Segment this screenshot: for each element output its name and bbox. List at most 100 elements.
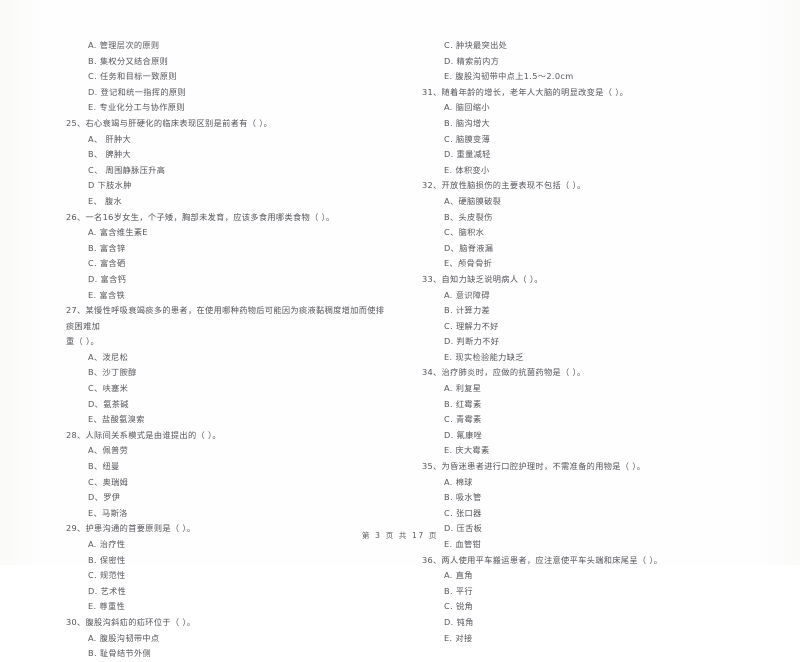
question-block: 31、随着年龄的增长，老年人大脑的明显改变是（ ）。 A. 脑回缩小 B. 脑沟增大… <box>422 85 760 179</box>
option-line: B. 平行 <box>444 585 473 596</box>
question-number: 25、 <box>66 117 86 128</box>
option-line: D. 氟康唑 <box>444 429 483 440</box>
right-orphan-options: C. 肿块最突出处 D. 精索前内方 E. 腹股沟韧带中点上1.5～2.0cm <box>422 38 760 85</box>
question-stem: 33、自知力缺乏说明病人（ ）。 <box>422 272 760 288</box>
question-number: 26、 <box>66 211 86 222</box>
question-stem: 26、一名16岁女生，个子矮，胸部未发育，应该多食用哪类食物（ ）。 <box>66 210 386 226</box>
option-line: B、纽曼 <box>88 461 120 472</box>
option-line: A. 直角 <box>444 570 473 581</box>
option-line: C、奥瑞姆 <box>88 476 129 487</box>
question-stem-text: 随着年龄的增长，老年人大脑的明显改变是（ ）。 <box>441 86 629 97</box>
option-line: D. 钝角 <box>444 616 474 627</box>
option-line: D. 艺术性 <box>88 585 127 596</box>
question-stem: 32、开放性脑损伤的主要表现不包括（ ）。 <box>422 178 760 194</box>
question-number: 33、 <box>422 273 442 284</box>
question-stem: 30、腹股沟斜疝的疝环位于（ ）。 <box>66 615 386 631</box>
option-line: B. 吸水管 <box>444 492 482 503</box>
option-line: E. 庆大霉素 <box>444 445 490 456</box>
question-stem-text: 自知力缺乏说明病人（ ）。 <box>441 273 543 284</box>
option-line: C. 青霉素 <box>444 414 482 425</box>
option-line: E、马斯洛 <box>88 507 128 518</box>
question-number: 31、 <box>422 86 442 97</box>
option-line: C. 任务和目标一致原则 <box>88 71 177 82</box>
question-block: 25、右心衰竭与肝硬化的临床表现区别是前者有（ ）。 A、 肝肿大 B、 脾肿大 C、… <box>66 116 386 210</box>
question-stem-text: 右心衰竭与肝硬化的临床表现区别是前者有（ ）。 <box>85 117 273 128</box>
option-line: A、硬脑膜破裂 <box>444 195 502 206</box>
option-line: C. 规范性 <box>88 570 126 581</box>
option-line: A. 意识障碍 <box>444 289 490 300</box>
option-line: B. 耻骨结节外侧 <box>88 648 152 659</box>
question-stem: 27、某慢性呼吸衰竭痰多的患者，在使用哪种药物后可能因为痰液黏稠度增加而使排痰困… <box>66 303 386 334</box>
question-block: 36、两人使用平车搬运患者，应注意使平车头端和床尾呈（ ）。 A. 直角 B. 平行… <box>422 553 760 647</box>
left-orphan-options: A. 管理层次的原则 B. 集权分又结合原则 C. 任务和目标一致原则 D. 登记和统… <box>66 38 386 116</box>
option-line: E、颅骨骨折 <box>444 258 493 269</box>
option-line: D. 重量减轻 <box>444 149 491 160</box>
option-line: C、呋塞米 <box>88 383 129 394</box>
question-block: 28、人际间关系模式是由谁提出的（ ）。 A、佩普劳 B、纽曼 C、奥瑞姆 D、罗伊 E、… <box>66 428 386 522</box>
question-block: 33、自知力缺乏说明病人（ ）。 A. 意识障碍 B. 计算力差 C. 理解力不好 D.… <box>422 272 760 366</box>
option-line: A、泼尼松 <box>88 351 129 362</box>
question-stem-text: 腹股沟斜疝的疝环位于（ ）。 <box>85 616 196 627</box>
option-line: C、脑积水 <box>444 227 485 238</box>
question-stem: 28、人际间关系模式是由谁提出的（ ）。 <box>66 428 386 444</box>
option-line: D. 富含钙 <box>88 273 127 284</box>
option-line: E. 富含铁 <box>88 289 126 300</box>
question-block: 27、某慢性呼吸衰竭痰多的患者，在使用哪种药物后可能因为痰液黏稠度增加而使排痰困… <box>66 303 386 428</box>
right-question-list: 31、随着年龄的增长，老年人大脑的明显改变是（ ）。 A. 脑回缩小 B. 脑沟增大… <box>422 85 760 646</box>
question-stem: 34、治疗肺炎时，应做的抗菌药物是（ ）。 <box>422 365 760 381</box>
question-stem: 35、为昏迷患者进行口腔护理时，不需准备的用物是（ ）。 <box>422 459 760 475</box>
question-number: 34、 <box>422 367 442 378</box>
option-line: C. 富含硒 <box>88 258 126 269</box>
question-number: 30、 <box>66 616 86 627</box>
option-line: A. 脑回缩小 <box>444 102 490 113</box>
option-line: D 下肢水肿 <box>88 180 132 191</box>
question-stem: 36、两人使用平车搬运患者，应注意使平车头端和床尾呈（ ）。 <box>422 553 760 569</box>
option-line: C、 周围静脉压升高 <box>88 164 166 175</box>
question-block: 34、治疗肺炎时，应做的抗菌药物是（ ）。 A. 利复星 B. 红霉素 C. 青霉素 D… <box>422 365 760 459</box>
option-line: A. 管理层次的原则 <box>88 40 160 50</box>
option-line: E. 现实检验能力缺乏 <box>444 351 524 362</box>
right-column: C. 肿块最突出处 D. 精索前内方 E. 腹股沟韧带中点上1.5～2.0cm 31… <box>400 38 800 662</box>
question-stem: 31、随着年龄的增长，老年人大脑的明显改变是（ ）。 <box>422 85 760 101</box>
option-line: A. 利复星 <box>444 383 482 394</box>
question-stem-text: 某慢性呼吸衰竭痰多的患者，在使用哪种药物后可能因为痰液黏稠度增加而使排痰困难加 <box>66 305 385 331</box>
question-number: 28、 <box>66 429 86 440</box>
option-line: E. 体积变小 <box>444 164 490 175</box>
question-stem-text: 一名16岁女生，个子矮，胸部未发育，应该多食用哪类食物（ ）。 <box>85 211 335 222</box>
option-line: B、头皮裂伤 <box>444 211 493 222</box>
two-column-layout: A. 管理层次的原则 B. 集权分又结合原则 C. 任务和目标一致原则 D. 登记和统… <box>0 38 800 662</box>
question-block: 32、开放性脑损伤的主要表现不包括（ ）。 A、硬脑膜破裂 B、头皮裂伤 C、脑积水 D… <box>422 178 760 272</box>
option-line: E. 腹股沟韧带中点上1.5～2.0cm <box>444 71 574 82</box>
question-stem: 25、右心衰竭与肝硬化的临床表现区别是前者有（ ）。 <box>66 116 386 132</box>
question-number: 32、 <box>422 180 442 191</box>
option-line: D、脑脊液漏 <box>444 242 494 253</box>
question-stem-text: 两人使用平车搬运患者，应注意使平车头端和床尾呈（ ）。 <box>441 554 663 565</box>
option-line: C. 脑膜变薄 <box>444 133 491 144</box>
question-stem-text: 为昏迷患者进行口腔护理时，不需准备的用物是（ ）。 <box>441 461 646 472</box>
option-line: E. 尊重性 <box>88 601 126 612</box>
question-number: 27、 <box>66 305 86 316</box>
option-line: B. 集权分又结合原则 <box>88 55 169 66</box>
option-line: A、 肝肿大 <box>88 133 132 144</box>
option-line: E、盐酸氨溴索 <box>88 414 145 425</box>
question-number: 35、 <box>422 461 442 472</box>
page-footer: 第 3 页 共 17 页 <box>361 531 439 540</box>
option-line: C. 锐角 <box>444 601 474 612</box>
question-stem-text: 人际间关系模式是由谁提出的（ ）。 <box>85 429 221 440</box>
left-column: A. 管理层次的原则 B. 集权分又结合原则 C. 任务和目标一致原则 D. 登记和统… <box>0 38 400 662</box>
left-question-list: 25、右心衰竭与肝硬化的临床表现区别是前者有（ ）。 A、 肝肿大 B、 脾肿大 C、… <box>66 116 386 662</box>
option-line: B. 保密性 <box>88 554 126 565</box>
question-stem-text: 治疗肺炎时，应做的抗菌药物是（ ）。 <box>441 367 586 378</box>
option-line: E、 腹水 <box>88 195 123 206</box>
option-line: C. 张口器 <box>444 507 482 518</box>
option-line: B、 脾肿大 <box>88 149 132 160</box>
option-line: A. 腹股沟韧带中点 <box>88 632 160 643</box>
option-line: B. 红霉素 <box>444 398 482 409</box>
option-line: E. 对接 <box>444 632 473 643</box>
option-line: A、佩普劳 <box>88 445 129 456</box>
option-line: E. 专业化分工与协作原则 <box>88 102 185 113</box>
question-stem-continuation: 重（ ）。 <box>66 336 100 347</box>
option-line: C. 肿块最突出处 <box>444 40 508 50</box>
option-line: A. 棉球 <box>444 476 473 487</box>
option-line: D. 判断力不好 <box>444 336 500 347</box>
